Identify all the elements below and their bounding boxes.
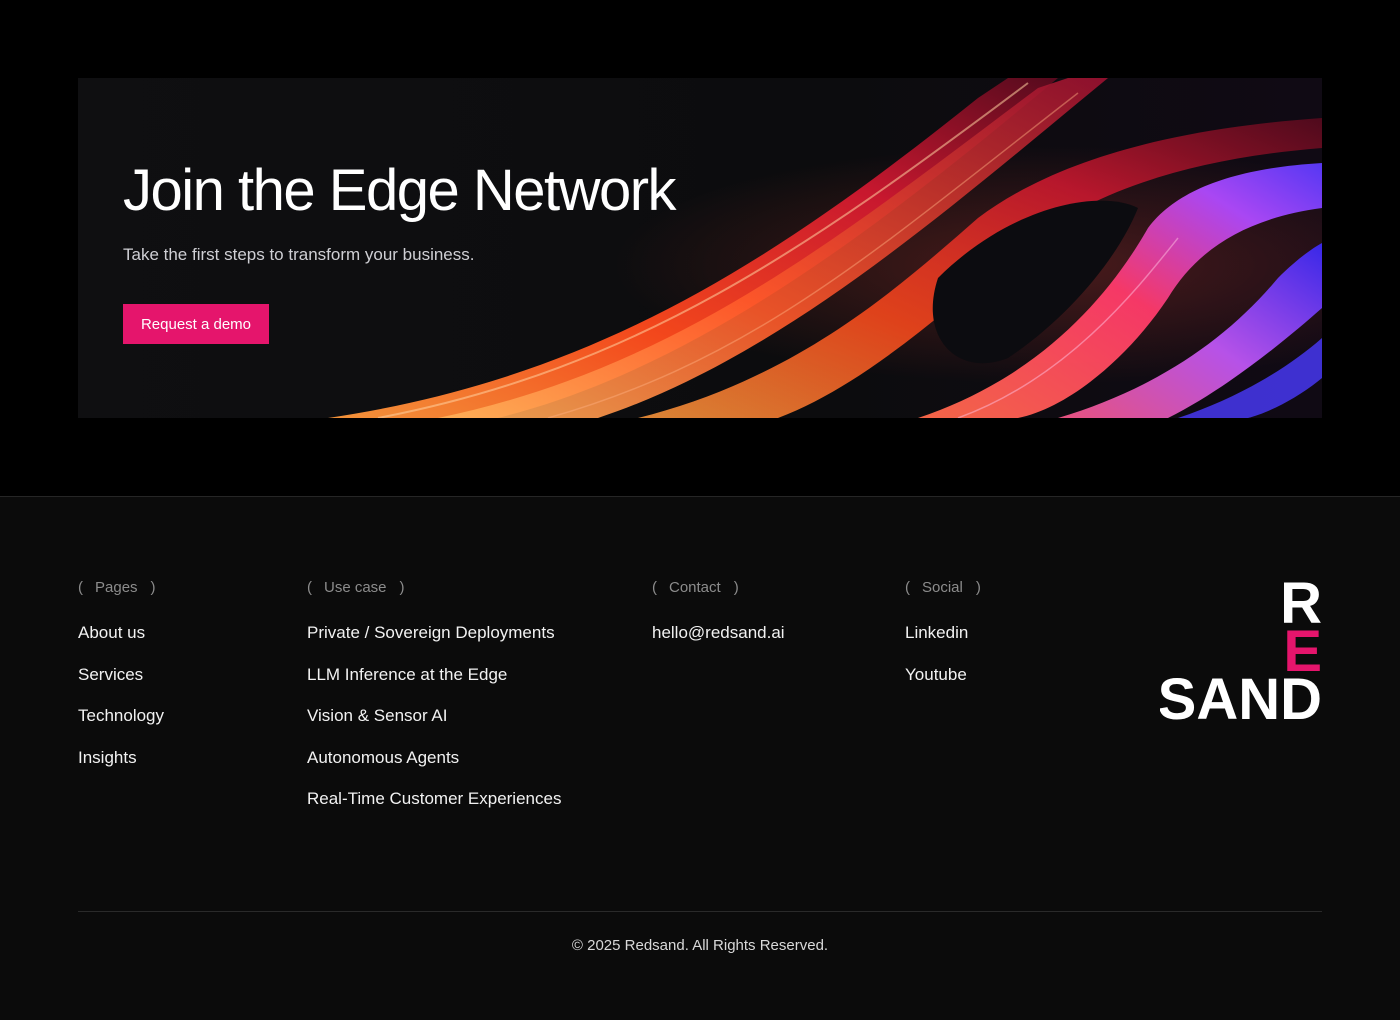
footer-link-llm-inference[interactable]: LLM Inference at the Edge [307,665,507,684]
social-link-linkedin[interactable]: Linkedin [905,623,968,642]
open-paren: ( [905,578,910,596]
footer-link-autonomous-agents[interactable]: Autonomous Agents [307,748,459,767]
footer-column-pages: ( Pages ) About us Services Technology I… [78,577,164,789]
list-item: Real-Time Customer Experiences [307,789,561,831]
column-heading: ( Pages ) [78,577,164,597]
footer-link-insights[interactable]: Insights [78,748,137,767]
list-item: Linkedin [905,623,981,665]
list-item: hello@redsand.ai [652,623,785,665]
open-paren: ( [652,578,657,596]
site-footer: ( Pages ) About us Services Technology I… [0,496,1400,1020]
cta-title: Join the Edge Network [123,158,677,223]
use-case-link-list: Private / Sovereign Deployments LLM Infe… [307,623,561,831]
footer-divider [78,911,1322,912]
list-item: LLM Inference at the Edge [307,665,561,707]
footer-link-vision-sensor-ai[interactable]: Vision & Sensor AI [307,706,448,725]
list-item: Vision & Sensor AI [307,706,561,748]
list-item: Autonomous Agents [307,748,561,790]
footer-link-realtime-cx[interactable]: Real-Time Customer Experiences [307,789,561,808]
close-paren: ) [733,578,739,596]
close-paren: ) [399,578,405,596]
copyright-text: © 2025 Redsand. All Rights Reserved. [571,937,829,954]
social-link-list: Linkedin Youtube [905,623,981,706]
close-paren: ) [975,578,981,596]
column-heading-text: Use case [324,578,387,596]
list-item: Technology [78,706,164,748]
close-paren: ) [150,578,156,596]
pages-link-list: About us Services Technology Insights [78,623,164,789]
logo-word-sand: SAND [1160,667,1322,723]
list-item: Private / Sovereign Deployments [307,623,561,665]
column-heading-text: Social [922,578,963,596]
contact-email-link[interactable]: hello@redsand.ai [652,623,785,642]
column-heading-text: Pages [95,578,138,596]
cta-section: Join the Edge Network Take the first ste… [0,0,1400,496]
footer-link-sovereign-deployments[interactable]: Private / Sovereign Deployments [307,623,555,642]
cta-banner: Join the Edge Network Take the first ste… [78,78,1322,418]
list-item: Insights [78,748,164,790]
footer-column-contact: ( Contact ) hello@redsand.ai [652,577,785,665]
column-heading-text: Contact [669,578,721,596]
list-item: Youtube [905,665,981,707]
footer-link-about-us[interactable]: About us [78,623,145,642]
open-paren: ( [307,578,312,596]
footer-link-services[interactable]: Services [78,665,143,684]
open-paren: ( [78,578,83,596]
column-heading: ( Use case ) [307,577,561,597]
footer-column-social: ( Social ) Linkedin Youtube [905,577,981,706]
column-heading: ( Contact ) [652,577,785,597]
footer-column-use-case: ( Use case ) Private / Sovereign Deploym… [307,577,561,831]
list-item: About us [78,623,164,665]
request-demo-button[interactable]: Request a demo [123,304,269,344]
redsand-logo[interactable]: R E SAND [1160,571,1328,723]
contact-list: hello@redsand.ai [652,623,785,665]
footer-link-technology[interactable]: Technology [78,706,164,725]
list-item: Services [78,665,164,707]
social-link-youtube[interactable]: Youtube [905,665,967,684]
column-heading: ( Social ) [905,577,981,597]
cta-subtitle: Take the first steps to transform your b… [123,245,475,264]
